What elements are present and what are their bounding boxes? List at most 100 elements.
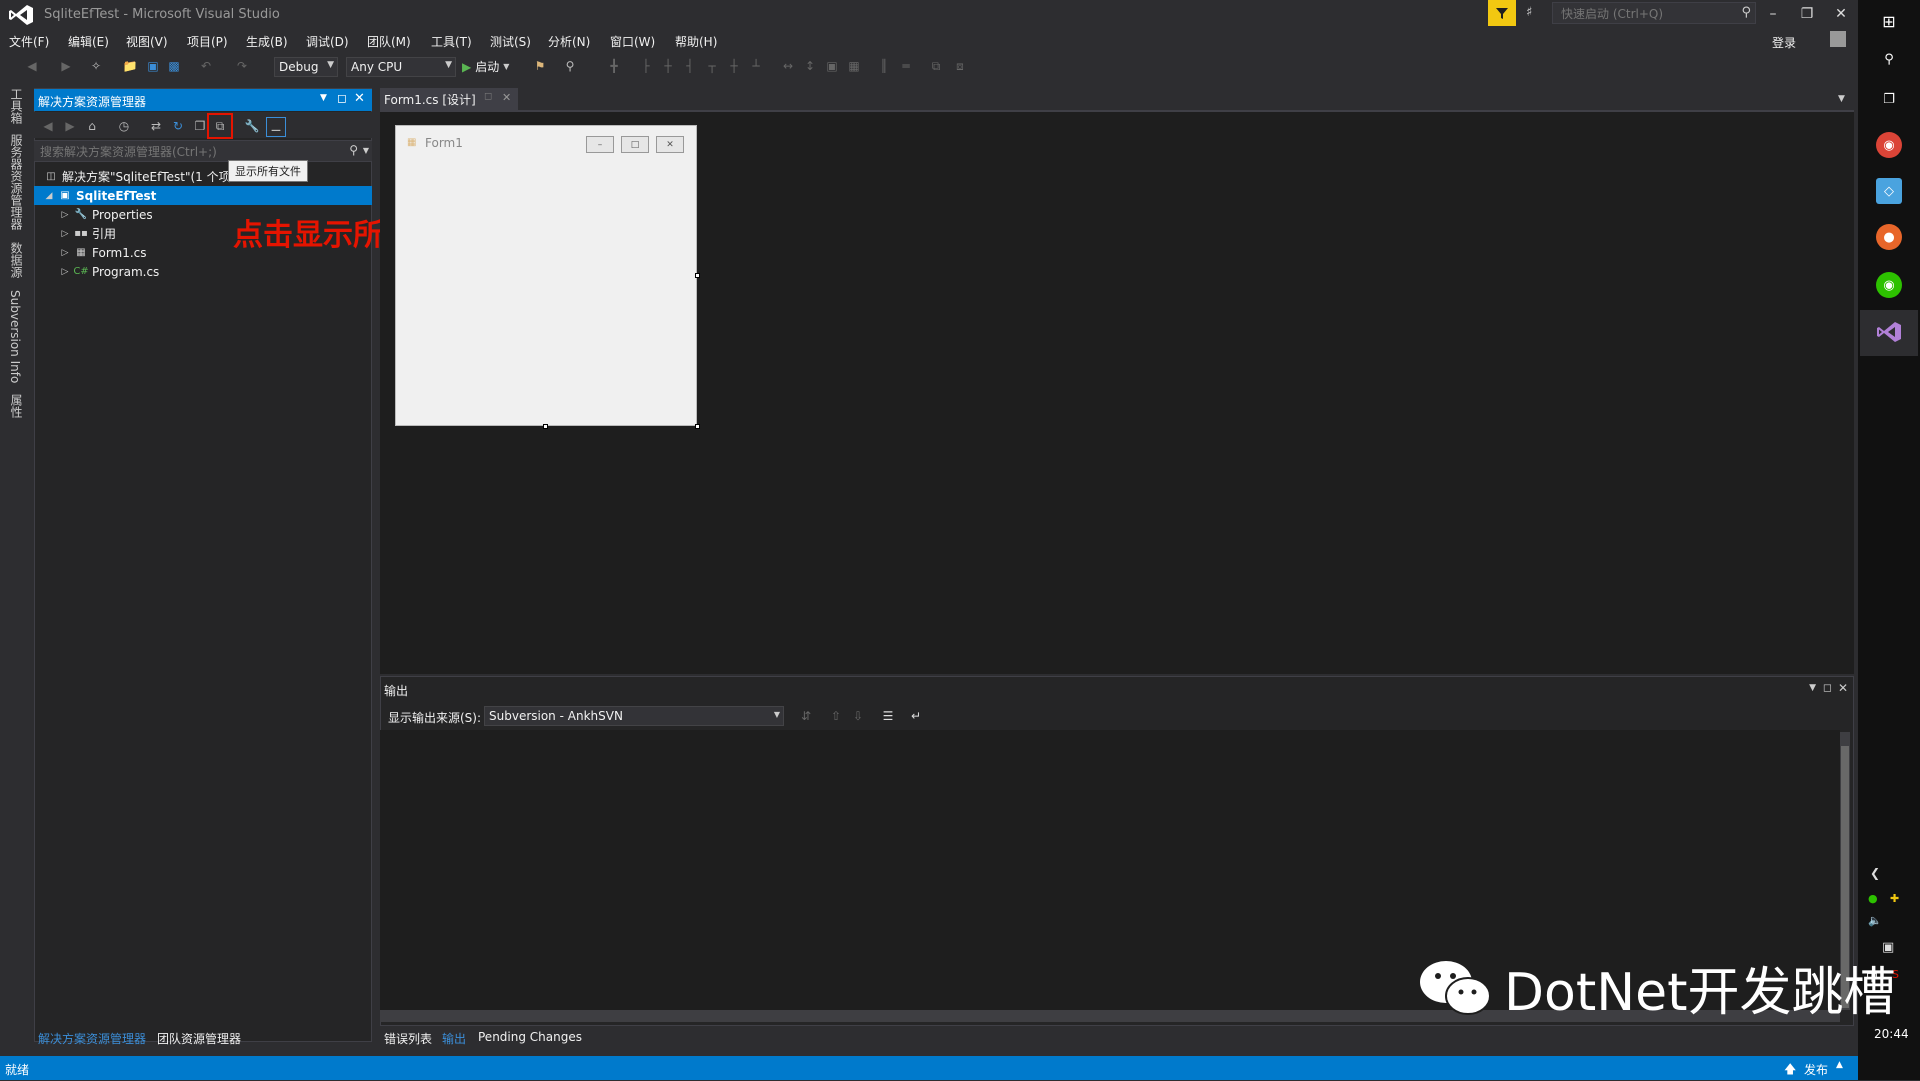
previous-message-icon[interactable]: ⇧	[828, 708, 844, 724]
align-grid-icon[interactable]: ╋	[606, 58, 622, 74]
menu-help[interactable]: 帮助(H)	[675, 33, 717, 50]
server-explorer-tab[interactable]: 服务器资源管理器	[8, 134, 25, 230]
next-message-icon[interactable]: ⇩	[850, 708, 866, 724]
save-icon[interactable]: ▣	[145, 58, 161, 74]
volume-icon[interactable]: 🔈	[1868, 914, 1882, 927]
tab-solution-explorer[interactable]: 解决方案资源管理器	[38, 1030, 146, 1047]
menu-view[interactable]: 视图(V)	[126, 33, 168, 50]
app-icon[interactable]: ◇	[1876, 178, 1902, 204]
tray-app-icon[interactable]: ✚	[1890, 892, 1899, 905]
properties-wrench-icon[interactable]: 🔧	[244, 118, 260, 134]
word-wrap-icon[interactable]: ↵	[908, 708, 924, 724]
search-icon[interactable]: ⚲	[1741, 5, 1751, 20]
publish-button[interactable]: 发布	[1804, 1061, 1828, 1078]
close-button[interactable]: ✕	[1824, 0, 1858, 28]
chevron-up-icon[interactable]: ▲	[1836, 1060, 1843, 1070]
align-center-icon[interactable]: ┼	[660, 58, 676, 74]
menu-edit[interactable]: 编辑(E)	[68, 33, 109, 50]
collapsed-triangle-icon[interactable]: ▷	[60, 210, 70, 220]
minimize-button[interactable]: –	[1756, 0, 1790, 28]
tab-pending-changes[interactable]: Pending Changes	[478, 1030, 582, 1044]
preview-selected-items-icon[interactable]: ⚊	[266, 117, 286, 137]
toolbox-tab[interactable]: 工具箱	[8, 88, 25, 124]
menu-debug[interactable]: 调试(D)	[306, 33, 349, 50]
collapse-all-icon[interactable]: ❐	[192, 118, 208, 134]
start-debug-button[interactable]: ▶ 启动 ▼	[462, 58, 509, 75]
tree-item-program[interactable]: ▷ C# Program.cs	[34, 262, 372, 281]
search-icon[interactable]: ⚲	[1876, 46, 1902, 72]
chevron-down-icon[interactable]: ▼	[363, 146, 369, 155]
tree-item-project[interactable]: ◢ ▣ SqliteEfTest	[34, 186, 372, 205]
menu-team[interactable]: 团队(M)	[367, 33, 411, 50]
align-bottom-icon[interactable]: ┴	[748, 58, 764, 74]
home-icon[interactable]: ⌂	[84, 118, 100, 134]
refresh-icon[interactable]: ↻	[170, 118, 186, 134]
clear-all-icon[interactable]: ☰	[880, 708, 896, 724]
subversion-info-tab[interactable]: Subversion Info	[8, 290, 22, 383]
find-message-icon[interactable]: ⇵	[798, 708, 814, 724]
tab-team-explorer[interactable]: 团队资源管理器	[157, 1030, 241, 1047]
close-icon[interactable]: ✕	[502, 91, 511, 104]
close-icon[interactable]: ✕	[1838, 681, 1848, 695]
menu-analyze[interactable]: 分析(N)	[548, 33, 590, 50]
pin-icon[interactable]: ◻	[484, 91, 492, 102]
tree-item-solution[interactable]: ◫ 解决方案"SqliteEfTest"(1 个项	[34, 167, 372, 186]
tray-expand-icon[interactable]: ❮	[1870, 866, 1880, 880]
data-sources-tab[interactable]: 数据源	[8, 242, 25, 278]
chevron-down-icon[interactable]: ▼	[1838, 94, 1845, 104]
tab-output[interactable]: 输出	[442, 1030, 466, 1047]
horizontal-spacing-icon[interactable]: ║	[876, 58, 892, 74]
menu-build[interactable]: 生成(B)	[246, 33, 288, 50]
task-view-icon[interactable]: ❐	[1876, 86, 1902, 112]
login-link[interactable]: 登录	[1772, 34, 1796, 51]
clock[interactable]: 20:44	[1874, 1027, 1909, 1041]
chevron-down-icon[interactable]: ▼	[1809, 683, 1816, 693]
solution-search-box[interactable]: ⚲ ▼	[34, 140, 372, 162]
feedback-icon[interactable]: ♯	[1526, 5, 1544, 21]
undo-icon[interactable]: ↶	[198, 58, 214, 74]
sync-with-active-document-icon[interactable]: ⇄	[148, 118, 164, 134]
align-top-icon[interactable]: ┬	[704, 58, 720, 74]
pin-icon[interactable]: ◻	[1823, 681, 1832, 694]
size-to-grid-icon[interactable]: ▦	[846, 58, 862, 74]
save-all-icon[interactable]: ▩	[166, 58, 182, 74]
menu-file[interactable]: 文件(F)	[9, 33, 49, 50]
align-left-icon[interactable]: ├	[638, 58, 654, 74]
close-icon[interactable]: ✕	[354, 91, 365, 106]
tab-error-list[interactable]: 错误列表	[384, 1030, 432, 1047]
firefox-icon[interactable]: ●	[1876, 224, 1902, 250]
pin-icon[interactable]: ◻	[337, 91, 347, 105]
pending-changes-filter-icon[interactable]: ◷	[116, 118, 132, 134]
search-icon[interactable]: ⚲	[349, 143, 358, 157]
menu-project[interactable]: 项目(P)	[187, 33, 228, 50]
find-icon[interactable]: ⚲	[562, 58, 578, 74]
bring-to-front-icon[interactable]: ⧉	[928, 58, 944, 74]
open-folder-icon[interactable]: 📁	[122, 58, 138, 74]
forward-icon[interactable]: ▶	[62, 118, 78, 134]
collapsed-triangle-icon[interactable]: ▷	[60, 229, 70, 239]
browser-link-icon[interactable]: ⚑	[532, 58, 548, 74]
align-right-icon[interactable]: ┤	[682, 58, 698, 74]
menu-window[interactable]: 窗口(W)	[610, 33, 655, 50]
forward-icon[interactable]: ▶	[58, 58, 74, 74]
menu-test[interactable]: 测试(S)	[490, 33, 531, 50]
properties-tab[interactable]: 属性	[8, 394, 25, 418]
redo-icon[interactable]: ↷	[234, 58, 250, 74]
quick-launch[interactable]: ⚲	[1552, 2, 1756, 24]
windows-start-icon[interactable]: ⊞	[1876, 8, 1902, 34]
solution-search-input[interactable]	[38, 144, 342, 160]
chevron-down-icon[interactable]: ▼	[320, 93, 327, 103]
back-icon[interactable]: ◀	[24, 58, 40, 74]
solution-platform-select[interactable]: Any CPU ▼	[346, 57, 456, 77]
chrome-icon[interactable]: ◉	[1876, 132, 1902, 158]
output-source-select[interactable]: Subversion - AnkhSVN ▼	[484, 706, 784, 726]
tab-form1-designer[interactable]: Form1.cs [设计] ◻ ✕	[380, 88, 518, 110]
align-middle-icon[interactable]: ┼	[726, 58, 742, 74]
solution-configuration-select[interactable]: Debug ▼	[274, 57, 338, 77]
send-to-back-icon[interactable]: ⧈	[952, 58, 968, 74]
quick-launch-input[interactable]	[1559, 6, 1733, 22]
wechat-icon[interactable]: ◉	[1876, 272, 1902, 298]
account-icon[interactable]	[1830, 31, 1846, 47]
form1-client-area[interactable]	[404, 158, 688, 418]
back-icon[interactable]: ◀	[40, 118, 56, 134]
